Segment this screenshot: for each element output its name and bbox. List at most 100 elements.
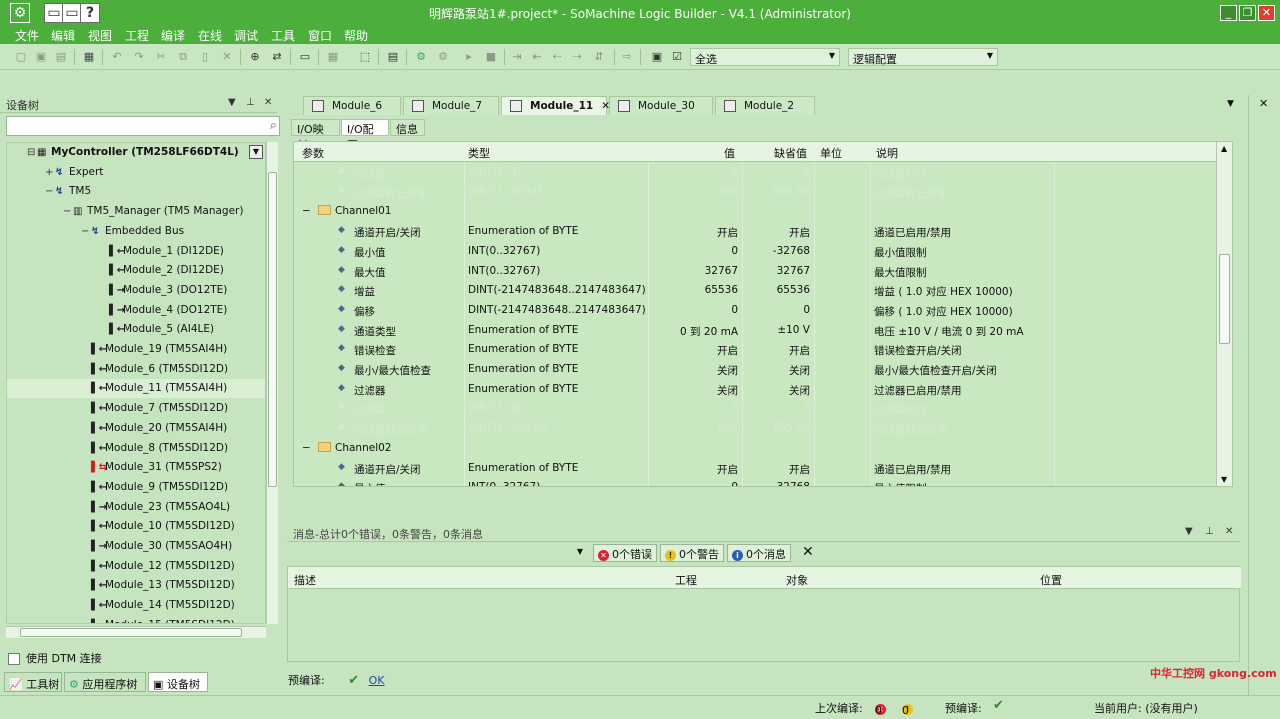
tree-node[interactable]: ▌→Module_30 (TM5SAO4H): [7, 537, 265, 556]
find-icon[interactable]: ⊕: [248, 50, 262, 64]
pane-close-icon[interactable]: ✕: [264, 97, 272, 108]
parameter-row[interactable]: ◆ 过滤器 Enumeration of BYTE 关闭 关闭 过滤器已启用/禁用: [294, 379, 1216, 400]
col-type[interactable]: 类型: [468, 145, 490, 161]
menu-view[interactable]: 视图: [88, 27, 112, 44]
select-toggle-icon[interactable]: ☑: [670, 50, 684, 64]
scroll-down-icon[interactable]: ▼: [1221, 475, 1227, 484]
tab-module_6[interactable]: Module_6: [303, 96, 401, 115]
param-value[interactable]: 关闭: [717, 383, 738, 398]
errors-filter-button[interactable]: ✕ 0个错误: [593, 544, 657, 562]
step-over-icon[interactable]: ⇥: [510, 50, 524, 64]
tree-node[interactable]: ▌←Module_7 (TM5SDI12D): [7, 399, 265, 418]
col-object[interactable]: 对象: [786, 572, 808, 588]
col-position[interactable]: 位置: [1040, 572, 1062, 588]
expand-toggle-icon[interactable]: −: [45, 182, 55, 201]
tree-node[interactable]: ▌←Module_10 (TM5SDI12D): [7, 517, 265, 536]
parameter-row[interactable]: ◆ 过滤器 UINT(1..4) 4 4 过滤器时间: [294, 399, 1216, 420]
tab-module_2[interactable]: Module_2: [715, 96, 815, 115]
tab-module_11[interactable]: Module_11 ✕: [501, 96, 610, 115]
breakpoint-icon[interactable]: ⇢: [570, 50, 584, 64]
cycle-icon[interactable]: ⇵: [592, 50, 606, 64]
param-value[interactable]: 65536: [705, 284, 738, 296]
paste-icon[interactable]: ▯: [198, 50, 212, 64]
tree-node[interactable]: ▌←Module_1 (DI12DE): [7, 242, 265, 261]
param-value[interactable]: 0: [731, 481, 738, 486]
menu-build[interactable]: 编译: [161, 27, 185, 44]
menu-help[interactable]: 帮助: [344, 27, 368, 44]
tree-node[interactable]: + ↯ Expert: [7, 163, 265, 182]
tree-node[interactable]: ▌←Module_15 (TM5SDI12D): [7, 616, 265, 623]
logout-icon[interactable]: ⚙: [436, 50, 450, 64]
tab-module_7[interactable]: Module_7: [403, 96, 499, 115]
param-value[interactable]: 655: [718, 186, 738, 198]
tree-node[interactable]: − ↯ Embedded Bus: [7, 222, 265, 241]
tree-horizontal-scrollbar[interactable]: [6, 626, 266, 638]
tree-node[interactable]: ▌→Module_23 (TM5SAO4L): [7, 498, 265, 517]
tree-node[interactable]: ▌←Module_5 (AI4LE): [7, 320, 265, 339]
parameter-row[interactable]: ◆ 通道开启/关闭 Enumeration of BYTE 开启 开启 通道已启用/禁用: [294, 458, 1216, 479]
pane-menu-icon[interactable]: ▼: [1185, 526, 1193, 537]
clear-icon[interactable]: ✕: [802, 544, 814, 560]
scroll-thumb[interactable]: [20, 628, 242, 637]
param-value[interactable]: 开启: [717, 462, 738, 477]
col-value[interactable]: 值: [724, 145, 735, 161]
scroll-up-icon[interactable]: ▲: [1221, 144, 1227, 153]
grid-icon[interactable]: ▦: [326, 50, 340, 64]
tab-tool-tree[interactable]: 📈 工具树: [4, 672, 62, 692]
parameter-row[interactable]: ◆ 过滤器截止频率 UINT(1..65535) 655 655 Hz 过滤器截止频率: [294, 182, 1216, 203]
copy-icon[interactable]: ⧉: [176, 50, 190, 64]
search-icon[interactable]: ⌕: [270, 118, 277, 133]
tree-node[interactable]: ▌←Module_11 (TM5SAI4H): [7, 379, 265, 399]
scroll-thumb[interactable]: [268, 172, 277, 487]
precompile-ok-link[interactable]: OK: [369, 674, 385, 687]
replace-icon[interactable]: ⇄: [270, 50, 284, 64]
dock-close-icon[interactable]: ✕: [1259, 97, 1268, 110]
pin-icon[interactable]: ⊥: [1205, 526, 1214, 537]
infos-filter-button[interactable]: i 0个消息: [727, 544, 791, 562]
parameter-row[interactable]: ◆ 最小值 INT(0..32767) 0 -32768 最小值限制: [294, 241, 1216, 262]
col-default[interactable]: 缺省值: [774, 145, 807, 161]
undo-icon[interactable]: ↶: [110, 50, 124, 64]
pane-close-icon[interactable]: ✕: [1225, 526, 1233, 537]
parameter-row[interactable]: ◆ 通道开启/关闭 Enumeration of BYTE 开启 开启 通道已启用/禁用: [294, 222, 1216, 243]
build-icon[interactable]: ▤: [386, 50, 400, 64]
pane-menu-icon[interactable]: ▼: [228, 97, 236, 108]
run-icon[interactable]: ▸: [462, 50, 476, 64]
minimize-button[interactable]: _: [1220, 5, 1237, 21]
tab-module_30[interactable]: Module_30: [609, 96, 713, 115]
menu-file[interactable]: 文件: [15, 27, 39, 44]
param-value[interactable]: 655: [718, 422, 738, 434]
param-value[interactable]: 0: [731, 304, 738, 316]
arrow-right-icon[interactable]: ⇨: [620, 50, 634, 64]
tree-node[interactable]: ▌←Module_20 (TM5SAI4H): [7, 419, 265, 438]
parameter-row[interactable]: ◆ 最大值 INT(0..32767) 32767 32767 最大值限制: [294, 261, 1216, 282]
expand-toggle-icon[interactable]: −: [81, 222, 91, 241]
col-description[interactable]: 说明: [876, 145, 898, 161]
param-value[interactable]: 4: [731, 166, 738, 178]
close-window-button[interactable]: ✕: [1258, 5, 1275, 21]
param-value[interactable]: 4: [731, 402, 738, 414]
warnings-filter-button[interactable]: ! 0个警告: [660, 544, 724, 562]
channel-row[interactable]: − Channel01: [294, 202, 1216, 223]
dtm-checkbox[interactable]: [8, 653, 20, 665]
tree-node[interactable]: ▌←Module_13 (TM5SDI12D): [7, 576, 265, 595]
step-out-icon[interactable]: ⇠: [550, 50, 564, 64]
delete-icon[interactable]: ✕: [220, 50, 234, 64]
param-value[interactable]: 开启: [717, 225, 738, 240]
pin-icon[interactable]: ⊥: [246, 97, 255, 108]
tree-node[interactable]: − ▥ TM5_Manager (TM5 Manager): [7, 202, 265, 221]
parameter-row[interactable]: ◆ 最小/最大值检查 Enumeration of BYTE 关闭 关闭 最小/最大值检查…: [294, 360, 1216, 380]
parameter-row[interactable]: ◆ 通道类型 Enumeration of BYTE 0 到 20 mA ±10 V 电压…: [294, 320, 1216, 341]
export-icon[interactable]: ⬚: [358, 50, 372, 64]
col-unit[interactable]: 单位: [820, 145, 842, 161]
print-icon[interactable]: ▦: [82, 50, 96, 64]
message-filter-combo[interactable]: ▼: [287, 543, 587, 563]
collapse-toggle-icon[interactable]: −: [302, 205, 311, 217]
param-value[interactable]: 32767: [705, 265, 738, 277]
param-value[interactable]: 开启: [717, 343, 738, 358]
subtab-io-mapping[interactable]: I/O映射: [291, 119, 340, 152]
maximize-button[interactable]: ❐: [1239, 5, 1256, 21]
tree-node[interactable]: ▌←Module_19 (TM5SAI4H): [7, 340, 265, 359]
monitor-icon[interactable]: ▣: [650, 50, 664, 64]
tree-node[interactable]: ▌→Module_4 (DO12TE): [7, 301, 265, 320]
